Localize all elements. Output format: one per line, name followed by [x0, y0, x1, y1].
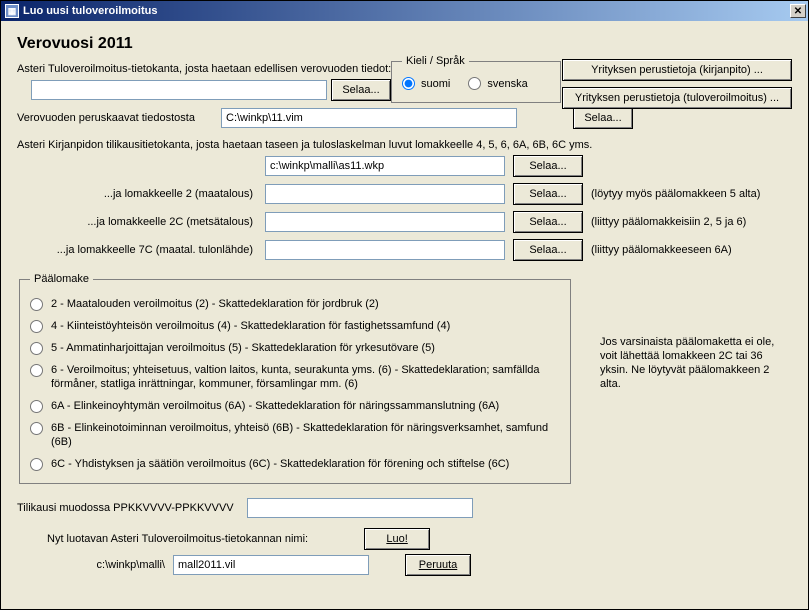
kirjanpito-label: Asteri Kirjanpidon tilikausitietokanta, … — [17, 139, 792, 151]
close-icon[interactable]: ✕ — [790, 4, 806, 18]
page-title: Verovuosi 2011 — [17, 35, 792, 53]
form2c-browse-button[interactable]: Selaa... — [513, 211, 583, 233]
mainform-option-6a[interactable]: 6A - Elinkeinoyhtymän veroilmoitus (6A) … — [30, 399, 560, 413]
mainform-option-6b[interactable]: 6B - Elinkeinotoiminnan veroilmoitus, yh… — [30, 421, 560, 449]
form2-browse-button[interactable]: Selaa... — [513, 183, 583, 205]
window-frame: ▦ Luo uusi tuloveroilmoitus ✕ Verovuosi … — [0, 0, 809, 610]
newdb-path-label: c:\winkp\malli\ — [77, 559, 165, 571]
form7c-browse-button[interactable]: Selaa... — [513, 239, 583, 261]
tilikausi-input[interactable] — [247, 498, 473, 518]
form2-hint: (löytyy myös päälomakkeen 5 alta) — [591, 188, 792, 200]
mainform-option-2[interactable]: 2 - Maatalouden veroilmoitus (2) - Skatt… — [30, 297, 560, 311]
prev-db-input[interactable] — [31, 80, 327, 100]
newdb-filename-input[interactable] — [173, 555, 369, 575]
form7c-input[interactable] — [265, 240, 505, 260]
formulas-input[interactable] — [221, 108, 517, 128]
kirjanpito-browse-button[interactable]: Selaa... — [513, 155, 583, 177]
form2c-input[interactable] — [265, 212, 505, 232]
lang-sv-radio[interactable] — [468, 77, 481, 90]
lang-fi-option[interactable]: suomi — [402, 77, 450, 90]
mainform-sidenote: Jos varsinaista päälomaketta ei ole, voi… — [600, 335, 790, 391]
lang-fi-label: suomi — [421, 78, 450, 90]
window-title: Luo uusi tuloveroilmoitus — [23, 5, 790, 17]
company-info-tulovero-button[interactable]: Yrityksen perustietoja (tuloveroilmoitus… — [562, 87, 792, 109]
form7c-hint: (liittyy päälomakkeeseen 6A) — [591, 244, 792, 256]
titlebar: ▦ Luo uusi tuloveroilmoitus ✕ — [1, 1, 808, 21]
mainform-option-5[interactable]: 5 - Ammatinharjoittajan veroilmoitus (5)… — [30, 341, 560, 355]
newdb-label: Nyt luotavan Asteri Tuloveroilmoitus-tie… — [47, 533, 308, 545]
mainform-group: Päälomake 2 - Maatalouden veroilmoitus (… — [19, 273, 571, 484]
create-button[interactable]: Luo! — [364, 528, 430, 550]
cancel-button[interactable]: Peruuta — [405, 554, 471, 576]
lang-fi-radio[interactable] — [402, 77, 415, 90]
lang-sv-label: svenska — [487, 78, 527, 90]
mainform-option-6c[interactable]: 6C - Yhdistyksen ja säätiön veroilmoitus… — [30, 457, 560, 471]
form2c-hint: (liittyy päälomakkeisiin 2, 5 ja 6) — [591, 216, 792, 228]
form7c-label: ...ja lomakkeelle 7C (maatal. tulonlähde… — [17, 244, 257, 256]
formulas-browse-button[interactable]: Selaa... — [573, 107, 633, 129]
app-icon: ▦ — [5, 4, 19, 18]
language-group: Kieli / Språk suomi svenska — [391, 55, 561, 103]
form2c-label: ...ja lomakkeelle 2C (metsätalous) — [17, 216, 257, 228]
mainform-option-6[interactable]: 6 - Veroilmoitus; yhteisetuus, valtion l… — [30, 363, 560, 391]
formulas-label: Verovuoden peruskaavat tiedostosta — [17, 112, 217, 124]
language-legend: Kieli / Språk — [402, 55, 469, 67]
mainform-legend: Päälomake — [30, 273, 93, 285]
tilikausi-label: Tilikausi muodossa PPKKVVVV-PPKKVVVV — [17, 502, 247, 514]
company-info-kirjanpito-button[interactable]: Yrityksen perustietoja (kirjanpito) ... — [562, 59, 792, 81]
prev-db-browse-button[interactable]: Selaa... — [331, 79, 391, 101]
form2-label: ...ja lomakkeelle 2 (maatalous) — [17, 188, 257, 200]
lang-sv-option[interactable]: svenska — [468, 77, 527, 90]
form2-input[interactable] — [265, 184, 505, 204]
kirjanpito-input[interactable] — [265, 156, 505, 176]
mainform-option-4[interactable]: 4 - Kiinteistöyhteisön veroilmoitus (4) … — [30, 319, 560, 333]
